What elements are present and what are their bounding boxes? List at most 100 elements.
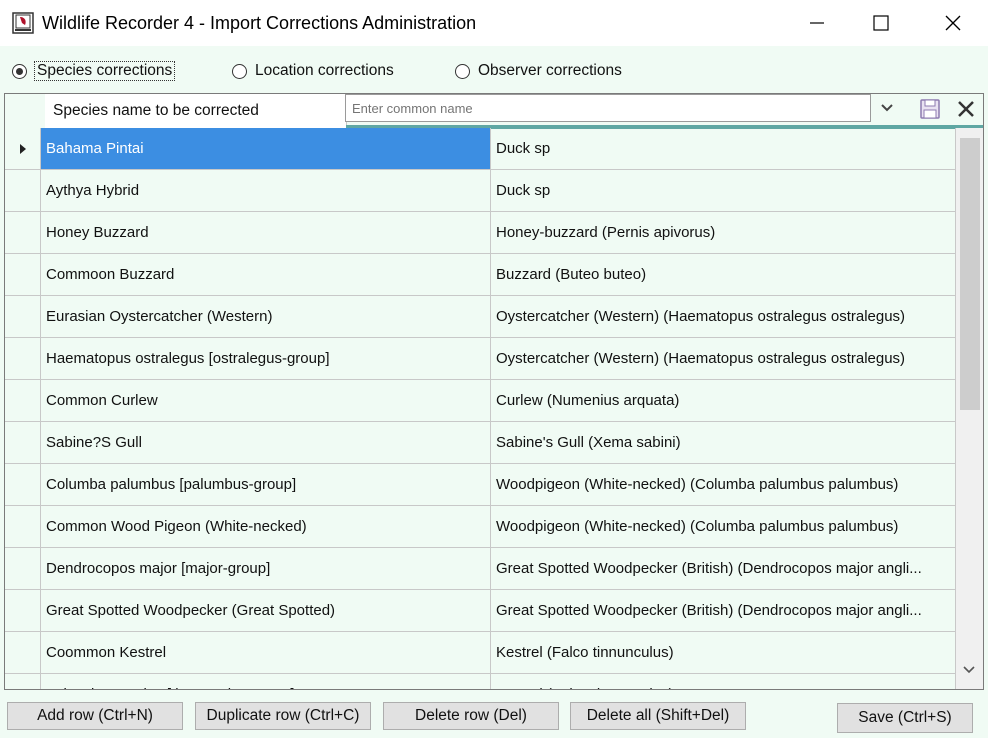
cell-corrected-species[interactable]: Honey-buzzard (Pernis apivorus) <box>491 212 956 254</box>
cell-species-to-correct[interactable]: Aythya Hybrid <box>41 170 491 212</box>
row-header[interactable] <box>5 464 41 506</box>
chevron-down-icon[interactable] <box>879 100 895 116</box>
row-header[interactable] <box>5 254 41 296</box>
cell-species-to-correct[interactable]: Great Spotted Woodpecker (Great Spotted) <box>41 590 491 632</box>
cell-species-to-correct[interactable]: Eurasian Oystercatcher (Western) <box>41 296 491 338</box>
cell-corrected-species[interactable]: Duck sp <box>491 128 956 170</box>
cell-species-to-correct[interactable]: Haematopus ostralegus [ostralegus-group] <box>41 338 491 380</box>
cell-corrected-species[interactable]: Buzzard (Buteo buteo) <box>491 254 956 296</box>
radio-selected-icon <box>12 63 27 79</box>
maximize-button[interactable] <box>858 0 904 46</box>
table-row[interactable]: Sabine?S Gull Sabine's Gull (Xema sabini) <box>5 422 956 464</box>
table-row[interactable]: Columba palumbus [palumbus-group] Woodpig… <box>5 464 956 506</box>
delete-row-button[interactable]: Delete row (Del) <box>383 702 559 730</box>
cell-text: Kestrel (Falco tinnunculus) <box>496 644 674 661</box>
cell-text: Great Spotted Woodpecker (British) (Dend… <box>496 560 922 577</box>
radio-unselected-icon <box>455 63 470 79</box>
radio-unselected-icon <box>232 63 247 79</box>
table-row[interactable]: Honey Buzzard Honey-buzzard (Pernis apivo… <box>5 212 956 254</box>
close-icon[interactable] <box>956 99 976 119</box>
cell-text: Woodpigeon (White-necked) (Columba palum… <box>496 476 899 493</box>
close-icon <box>945 15 961 31</box>
save-button[interactable]: Save (Ctrl+S) <box>837 703 973 733</box>
corrections-grid: Species name to be corrected Bahama Pint… <box>4 93 984 690</box>
cell-text: Sabine's Gull (Xema sabini) <box>496 434 681 451</box>
delete-all-button[interactable]: Delete all (Shift+Del) <box>570 702 746 730</box>
cell-species-to-correct[interactable]: Honey Buzzard <box>41 212 491 254</box>
cell-corrected-species[interactable]: Oystercatcher (Western) (Haematopus ostr… <box>491 296 956 338</box>
minimize-icon <box>810 22 824 24</box>
cell-species-to-correct[interactable]: Falco tinnunculus [tinnunculus-group] <box>41 674 491 689</box>
window-title: Wildlife Recorder 4 - Import Corrections… <box>42 13 477 33</box>
minimize-button[interactable] <box>794 0 840 46</box>
cell-corrected-species[interactable]: Great Spotted Woodpecker (British) (Dend… <box>491 548 956 590</box>
table-row[interactable]: Eurasian Oystercatcher (Western) Oysterca… <box>5 296 956 338</box>
row-header[interactable] <box>5 338 41 380</box>
cell-species-to-correct[interactable]: Dendrocopos major [major-group] <box>41 548 491 590</box>
table-row[interactable]: Falco tinnunculus [tinnunculus-group] Kes… <box>5 674 956 689</box>
table-row[interactable]: Common Wood Pigeon (White-necked) Woodpig… <box>5 506 956 548</box>
table-row[interactable]: Haematopus ostralegus [ostralegus-group]… <box>5 338 956 380</box>
table-row[interactable]: Common Curlew Curlew (Numenius arquata) <box>5 380 956 422</box>
row-header[interactable] <box>5 128 41 170</box>
add-row-button[interactable]: Add row (Ctrl+N) <box>7 702 183 730</box>
row-header[interactable] <box>5 296 41 338</box>
radio-label: Location corrections <box>255 62 394 79</box>
duplicate-row-button[interactable]: Duplicate row (Ctrl+C) <box>195 702 371 730</box>
cell-corrected-species[interactable]: Curlew (Numenius arquata) <box>491 380 956 422</box>
scroll-down-icon[interactable] <box>961 662 977 678</box>
cell-corrected-species[interactable]: Woodpigeon (White-necked) (Columba palum… <box>491 506 956 548</box>
cell-corrected-species[interactable]: Kestrel (Falco tinnunculus) <box>491 674 956 689</box>
cell-species-to-correct[interactable]: Common Curlew <box>41 380 491 422</box>
row-header[interactable] <box>5 632 41 674</box>
row-header[interactable] <box>5 422 41 464</box>
table-row[interactable]: Coommon Kestrel Kestrel (Falco tinnunculu… <box>5 632 956 674</box>
radio-label: Observer corrections <box>478 62 622 79</box>
cell-species-to-correct[interactable]: Columba palumbus [palumbus-group] <box>41 464 491 506</box>
vertical-scrollbar[interactable] <box>956 128 983 689</box>
row-header[interactable] <box>5 590 41 632</box>
radio-location-corrections[interactable]: Location corrections <box>232 62 394 80</box>
common-name-input[interactable] <box>345 94 871 122</box>
table-row[interactable]: Commoon Buzzard Buzzard (Buteo buteo) <box>5 254 956 296</box>
row-header[interactable] <box>5 212 41 254</box>
cell-text: Oystercatcher (Western) (Haematopus ostr… <box>496 350 906 367</box>
table-row[interactable]: Aythya Hybrid Duck sp <box>5 170 956 212</box>
correction-type-group: Species corrections Location corrections… <box>0 60 988 86</box>
cell-corrected-species[interactable]: Oystercatcher (Western) (Haematopus ostr… <box>491 338 956 380</box>
cell-corrected-species[interactable]: Kestrel (Falco tinnunculus) <box>491 632 956 674</box>
app-icon <box>12 12 34 34</box>
cell-species-to-correct[interactable]: Sabine?S Gull <box>41 422 491 464</box>
row-header[interactable] <box>5 548 41 590</box>
table-row[interactable]: Dendrocopos major [major-group] Great Spo… <box>5 548 956 590</box>
row-header[interactable] <box>5 506 41 548</box>
cell-text: Buzzard (Buteo buteo) <box>496 266 647 283</box>
save-icon[interactable] <box>919 98 941 120</box>
radio-species-corrections[interactable]: Species corrections <box>12 61 176 81</box>
table-row[interactable]: Great Spotted Woodpecker (Great Spotted)… <box>5 590 956 632</box>
radio-observer-corrections[interactable]: Observer corrections <box>455 62 622 80</box>
row-header[interactable] <box>5 674 41 689</box>
radio-label: Species corrections <box>33 61 176 81</box>
grid-rows: Bahama Pintai Duck sp Aythya Hybrid Duck sp… <box>5 128 956 689</box>
row-header[interactable] <box>5 170 41 212</box>
cell-text: Curlew (Numenius arquata) <box>496 392 680 409</box>
cell-corrected-species[interactable]: Sabine's Gull (Xema sabini) <box>491 422 956 464</box>
current-row-icon <box>19 143 26 154</box>
cell-text: Honey-buzzard (Pernis apivorus) <box>496 224 716 241</box>
cell-species-to-correct[interactable]: Coommon Kestrel <box>41 632 491 674</box>
cell-text: Duck sp <box>496 140 551 157</box>
cell-corrected-species[interactable]: Duck sp <box>491 170 956 212</box>
cell-corrected-species[interactable]: Woodpigeon (White-necked) (Columba palum… <box>491 464 956 506</box>
title-bar: Wildlife Recorder 4 - Import Corrections… <box>0 0 988 46</box>
scrollbar-thumb[interactable] <box>960 138 980 410</box>
row-header[interactable] <box>5 380 41 422</box>
cell-species-to-correct[interactable]: Common Wood Pigeon (White-necked) <box>41 506 491 548</box>
close-button[interactable] <box>930 0 976 46</box>
table-row[interactable]: Bahama Pintai Duck sp <box>5 128 956 170</box>
cell-species-to-correct[interactable]: Commoon Buzzard <box>41 254 491 296</box>
cell-species-to-correct[interactable]: Bahama Pintai <box>41 128 491 170</box>
column-header-species[interactable]: Species name to be corrected <box>45 94 347 128</box>
cell-corrected-species[interactable]: Great Spotted Woodpecker (British) (Dend… <box>491 590 956 632</box>
cell-text: Kestrel (Falco tinnunculus) <box>496 686 674 689</box>
